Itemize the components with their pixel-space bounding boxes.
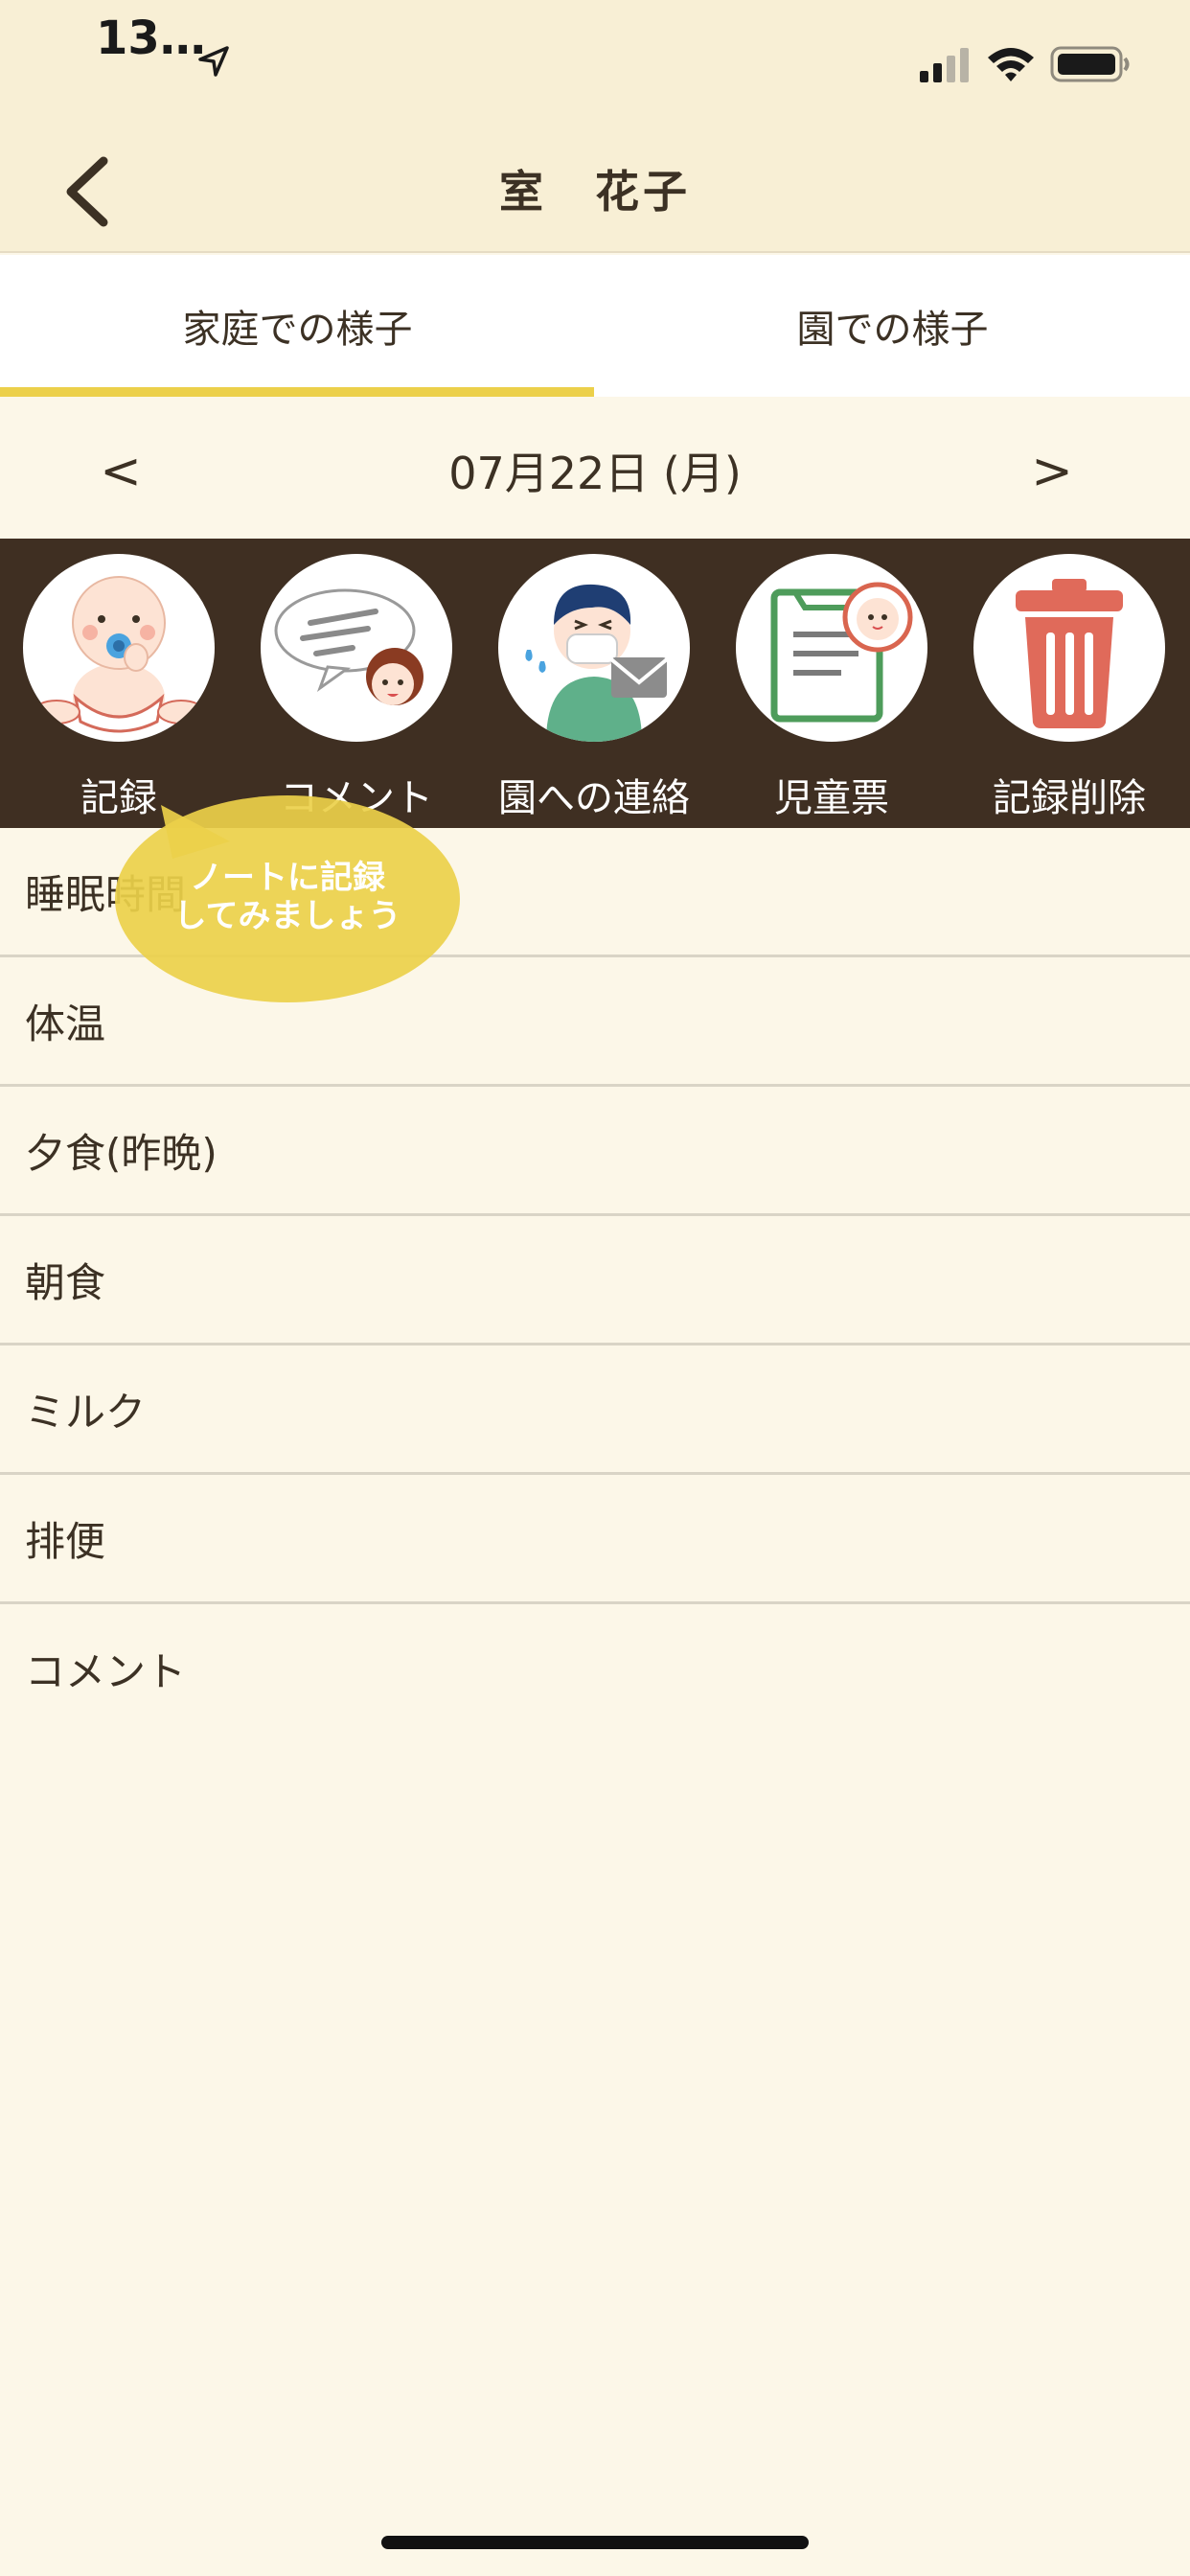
battery-icon (1050, 46, 1130, 82)
home-indicator[interactable] (381, 2536, 809, 2549)
contact-school-button[interactable]: 園への連絡 (489, 554, 699, 822)
delete-record-button[interactable]: 記録削除 (964, 554, 1175, 822)
list-item-label: 夕食(昨晩) (25, 1129, 217, 1177)
comment-button[interactable]: コメント (251, 554, 462, 822)
child-record-button[interactable]: 児童票 (726, 554, 937, 822)
tab-home-status[interactable]: 家庭での様子 (0, 255, 595, 397)
current-date: 07月22日 (月) (448, 448, 742, 499)
tooltip-line-1: ノートに記録 (190, 859, 385, 897)
tab-label: 園での様子 (796, 308, 989, 352)
child-record-clipboard-icon (770, 582, 913, 723)
cellular-signal-icon (920, 48, 969, 82)
action-label: 園への連絡 (498, 776, 690, 820)
speech-bubble-icon (274, 588, 423, 705)
tooltip-line-2: してみましょう (173, 897, 401, 935)
wifi-icon (988, 48, 1034, 81)
status-time: 13… (96, 12, 206, 65)
list-item-bowel[interactable]: 排便 (0, 1475, 1190, 1604)
selected-tab-indicator (0, 387, 594, 397)
tab-school-status[interactable]: 園での様子 (595, 255, 1190, 397)
list-item-dinner[interactable]: 夕食(昨晩) (0, 1087, 1190, 1216)
onboarding-tooltip[interactable]: ノートに記録 してみましょう (115, 792, 460, 1004)
list-item-label: コメント (25, 1648, 187, 1695)
list-item-label: 排便 (25, 1517, 106, 1565)
list-item-label: 体温 (25, 1000, 106, 1047)
sick-child-mail-icon (525, 584, 669, 742)
date-navigator: < 07月22日 (月) > (0, 397, 1190, 539)
tab-label: 家庭での様子 (182, 308, 413, 352)
list-item-breakfast[interactable]: 朝食 (0, 1216, 1190, 1346)
list-item-label: 朝食 (25, 1258, 106, 1306)
baby-icon (33, 576, 205, 733)
location-arrow-icon (198, 46, 229, 77)
list-item-label: ミルク (25, 1388, 147, 1436)
page-title: 室 花子 (499, 166, 691, 218)
list-item-milk[interactable]: ミルク (0, 1346, 1190, 1475)
list-item-comment[interactable]: コメント (0, 1604, 1190, 1734)
record-button[interactable]: 記録 (13, 554, 224, 822)
action-label: 児童票 (774, 776, 889, 820)
trash-icon (1016, 579, 1123, 728)
app-header: 13… 室 花子 (0, 0, 1190, 253)
action-toolbar: 記録 コメント 園への連絡 児童票 記録削除 (0, 539, 1190, 828)
next-date-button[interactable]: > (1014, 433, 1090, 510)
action-label: 記録削除 (993, 776, 1146, 820)
tab-bar: 家庭での様子 園での様子 (0, 255, 1190, 397)
